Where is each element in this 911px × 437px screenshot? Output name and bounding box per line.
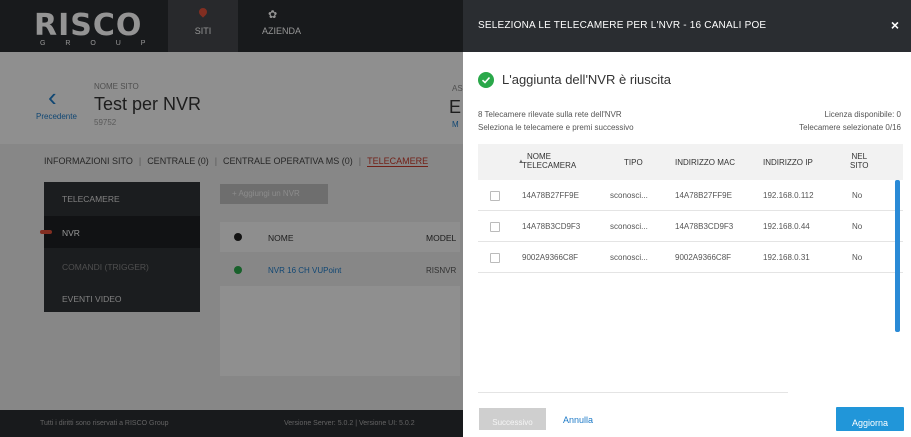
select-cameras-panel: SELEZIONA LE TELECAMERE PER L'NVR - 16 C… bbox=[463, 0, 911, 437]
table-row[interactable]: 14A78B27FF9E sconosci... 14A78B27FF9E 19… bbox=[478, 180, 903, 211]
success-check-icon bbox=[478, 72, 494, 88]
sort-asc-icon: ▲ bbox=[518, 159, 524, 165]
column-header-ip[interactable]: INDIRIZZO IP bbox=[763, 158, 813, 167]
cancel-button[interactable]: Annulla bbox=[563, 415, 593, 425]
camera-name: 14A78B3CD9F3 bbox=[522, 222, 581, 231]
success-message: L'aggiunta dell'NVR è riuscita bbox=[502, 72, 671, 87]
camera-mac: 9002A9366C8F bbox=[675, 253, 732, 262]
panel-header: SELEZIONA LE TELECAMERE PER L'NVR - 16 C… bbox=[463, 0, 911, 52]
camera-type: sconosci... bbox=[610, 253, 648, 262]
camera-mac: 14A78B3CD9F3 bbox=[675, 222, 734, 231]
divider bbox=[478, 392, 788, 393]
camera-in-site: No bbox=[852, 191, 863, 200]
camera-mac: 14A78B27FF9E bbox=[675, 191, 732, 200]
camera-in-site: No bbox=[852, 222, 863, 231]
camera-type: sconosci... bbox=[610, 222, 648, 231]
cameras-table: ▲ NOME TELECAMERA TIPO INDIRIZZO MAC IND… bbox=[478, 144, 903, 273]
camera-name: 14A78B27FF9E bbox=[522, 191, 579, 200]
camera-ip: 192.168.0.31 bbox=[763, 253, 810, 262]
column-header-name-line2: TELECAMERA bbox=[522, 161, 577, 170]
column-header-mac[interactable]: INDIRIZZO MAC bbox=[675, 158, 735, 167]
table-row[interactable]: 14A78B3CD9F3 sconosci... 14A78B3CD9F3 19… bbox=[478, 211, 903, 242]
cameras-selected-count: Telecamere selezionate 0/16 bbox=[799, 123, 901, 132]
camera-in-site: No bbox=[852, 253, 863, 262]
cameras-detected-text: 8 Telecamere rilevate sulla rete dell'NV… bbox=[478, 110, 622, 119]
column-header-sito-line1: NEL bbox=[851, 152, 868, 161]
column-header-tipo[interactable]: TIPO bbox=[624, 158, 643, 167]
license-available-text: Licenza disponibile: 0 bbox=[824, 110, 902, 119]
column-header-name-line1: NOME bbox=[527, 152, 551, 161]
cameras-table-header: ▲ NOME TELECAMERA TIPO INDIRIZZO MAC IND… bbox=[478, 144, 903, 180]
close-icon[interactable]: × bbox=[887, 17, 903, 33]
camera-checkbox[interactable] bbox=[490, 222, 500, 232]
camera-ip: 192.168.0.44 bbox=[763, 222, 810, 231]
instructions-text: Seleziona le telecamere e premi successi… bbox=[478, 123, 634, 132]
camera-checkbox[interactable] bbox=[490, 253, 500, 263]
panel-title: SELEZIONA LE TELECAMERE PER L'NVR - 16 C… bbox=[478, 20, 767, 31]
camera-ip: 192.168.0.112 bbox=[763, 191, 814, 200]
column-header-sito-line2: SITO bbox=[850, 161, 869, 170]
refresh-button[interactable]: Aggiorna bbox=[836, 407, 904, 431]
column-header-in-site[interactable]: NEL SITO bbox=[850, 152, 869, 170]
camera-type: sconosci... bbox=[610, 191, 648, 200]
camera-name: 9002A9366C8F bbox=[522, 253, 579, 262]
camera-checkbox[interactable] bbox=[490, 191, 500, 201]
next-button[interactable]: Successivo bbox=[479, 408, 546, 430]
table-row[interactable]: 9002A9366C8F sconosci... 9002A9366C8F 19… bbox=[478, 242, 903, 273]
table-scrollbar[interactable] bbox=[895, 180, 900, 332]
modal-backdrop[interactable] bbox=[0, 0, 463, 437]
column-header-camera-name[interactable]: ▲ NOME TELECAMERA bbox=[518, 152, 577, 170]
